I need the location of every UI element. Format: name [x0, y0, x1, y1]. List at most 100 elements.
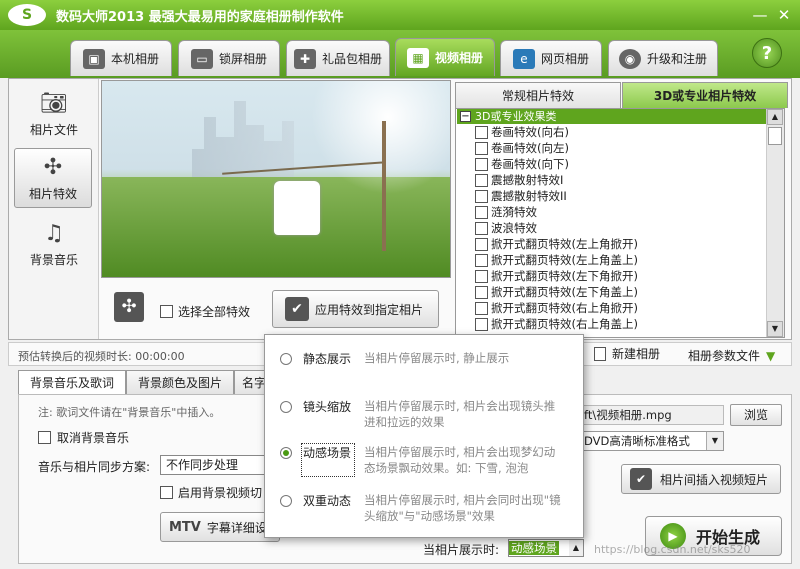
bg-video-checkbox[interactable]: 启用背景视频切 — [160, 484, 262, 501]
effect-label: 卷画特效(向下) — [491, 157, 569, 171]
checkbox-box[interactable] — [475, 269, 488, 283]
album-params-button[interactable]: 相册参数文件 ▼ — [688, 347, 775, 364]
output-file-path[interactable]: ft\视频相册.mpg — [580, 405, 724, 425]
radio-button[interactable] — [280, 447, 292, 459]
tab-local-album[interactable]: ▣ 本机相册 — [70, 40, 172, 76]
effect-item[interactable]: 掀开式翻页特效(左下角盖上) — [475, 284, 638, 300]
effects-category[interactable]: − 3D或专业效果类 — [457, 109, 767, 124]
effect-item[interactable]: 掀开式翻页特效(右上角掀开) — [475, 300, 638, 316]
camera-icon: 📷︎ — [40, 90, 68, 116]
scroll-down-icon[interactable]: ▼ — [767, 321, 783, 337]
nav-background-music[interactable]: ♫ 背景音乐 — [14, 214, 94, 274]
collapse-icon[interactable]: − — [460, 111, 471, 122]
chevron-down-icon[interactable]: ▼ — [706, 432, 723, 450]
checkbox-box[interactable] — [160, 486, 173, 499]
output-format-select[interactable]: DVD高清晰标准格式 ▼ — [580, 431, 724, 451]
checkbox-box[interactable] — [38, 431, 51, 444]
effect-label: 涟漪特效 — [491, 205, 537, 219]
option-name: 镜头缩放 — [303, 400, 352, 414]
checkbox-box[interactable] — [475, 189, 488, 203]
tab-regular-effects[interactable]: 常规相片特效 — [455, 82, 621, 108]
option-description: 当相片停留展示时, 相片会出现梦幻动态场景飘动效果。如: 下雪, 泡泡 — [364, 445, 556, 475]
cancel-bg-music-checkbox[interactable]: 取消背景音乐 — [38, 429, 129, 446]
display-option[interactable]: 静态展示 当相片停留展示时, 静止展示 — [280, 350, 564, 367]
app-logo-icon: S — [8, 4, 46, 26]
album-params-label: 相册参数文件 — [688, 349, 761, 363]
option-description: 当相片停留展示时, 静止展示 — [364, 351, 510, 365]
globe-upgrade-icon: ◉ — [618, 48, 641, 69]
display-mode-value: 动感场景 — [509, 541, 559, 555]
tab-music-lyrics[interactable]: 背景音乐及歌词 — [18, 370, 126, 394]
effect-item[interactable]: 掀开式翻页特效(左上角掀开) — [475, 236, 638, 252]
effect-label: 掀开式翻页特效(左下角盖上) — [491, 285, 638, 299]
sync-select[interactable]: 不作同步处理 — [160, 455, 270, 475]
preview-tshirt — [274, 181, 320, 235]
new-album-button[interactable]: 新建相册 — [594, 345, 660, 362]
checkbox-box[interactable] — [475, 301, 488, 315]
effect-item[interactable]: 卷画特效(向右) — [475, 124, 569, 140]
nav-photo-files[interactable]: 📷︎ 相片文件 — [14, 84, 94, 144]
chevron-down-icon: ▼ — [766, 349, 776, 363]
apply-check-icon: ✔ — [285, 297, 309, 321]
display-option[interactable]: 动感场景 当相片停留展示时, 相片会出现梦幻动态场景飘动效果。如: 下雪, 泡泡 — [280, 443, 564, 477]
effect-item[interactable]: 卷画特效(向下) — [475, 156, 569, 172]
apply-effects-button[interactable]: ✔ 应用特效到指定相片 — [272, 290, 439, 328]
mtv-badge: MTV — [169, 519, 201, 535]
cancel-bg-music-label: 取消背景音乐 — [57, 431, 130, 445]
checkbox-box[interactable] — [475, 125, 488, 139]
category-label: 3D或专业效果类 — [475, 110, 557, 123]
effect-item[interactable]: 震撼散射特效II — [475, 188, 567, 204]
checkbox-box[interactable] — [475, 285, 488, 299]
checkbox-box[interactable] — [475, 141, 488, 155]
display-mode-label: 当相片展示时: — [423, 543, 500, 557]
chevron-up-icon[interactable]: ▲ — [569, 540, 583, 556]
tab-lockscreen-album[interactable]: ▭ 锁屏相册 — [178, 40, 280, 76]
tab-web-album[interactable]: e 网页相册 — [500, 40, 602, 76]
checkbox-box[interactable] — [475, 253, 488, 267]
mtv-subtitle-button[interactable]: MTV 字幕详细设 — [160, 512, 280, 542]
watermark: https://blog.csdn.net/sks520 — [594, 543, 751, 556]
radio-button[interactable] — [280, 495, 292, 507]
close-icon[interactable]: ✕ — [774, 5, 794, 25]
display-option[interactable]: 镜头缩放 当相片停留展示时, 相片会出现镜头推进和拉远的效果 — [280, 398, 564, 430]
new-page-icon — [594, 346, 606, 361]
checkbox-box[interactable] — [475, 221, 488, 235]
checkbox-box[interactable] — [475, 173, 488, 187]
scroll-up-icon[interactable]: ▲ — [767, 109, 783, 125]
minimize-icon[interactable]: — — [750, 5, 770, 25]
display-option[interactable]: 双重动态 当相片停留展示时, 相片会同时出现"镜头缩放"与"动感场景"效果 — [280, 492, 564, 524]
tab-label: 背景颜色及图片 — [137, 376, 222, 390]
effect-item[interactable]: 涟漪特效 — [475, 204, 537, 220]
sync-label: 音乐与相片同步方案: — [38, 460, 151, 474]
scroll-thumb[interactable] — [768, 127, 782, 145]
help-button[interactable]: ? — [752, 38, 782, 68]
tab-label: 锁屏相册 — [218, 52, 267, 66]
tab-upgrade-register[interactable]: ◉ 升级和注册 — [608, 40, 718, 76]
tab-label: 视频相册 — [434, 51, 483, 65]
radio-button[interactable] — [280, 401, 292, 413]
nav-label: 相片特效 — [28, 186, 77, 201]
insert-video-button[interactable]: ✔ 相片间插入视频短片 — [621, 464, 781, 494]
effect-item[interactable]: 震撼散射特效I — [475, 172, 563, 188]
tab-3d-effects[interactable]: 3D或专业相片特效 — [622, 82, 788, 108]
checkbox-box[interactable] — [475, 317, 488, 331]
effect-item[interactable]: 卷画特效(向左) — [475, 140, 569, 156]
effect-item[interactable]: 掀开式翻页特效(右上角盖上) — [475, 316, 638, 332]
tab-bg-color-image[interactable]: 背景颜色及图片 — [126, 370, 234, 394]
checkbox-box[interactable] — [475, 205, 488, 219]
tab-gift-album[interactable]: ✚ 礼品包相册 — [286, 40, 390, 76]
browse-button[interactable]: 浏览 — [730, 404, 782, 426]
effect-item[interactable]: 掀开式翻页特效(左上角盖上) — [475, 252, 638, 268]
checkbox-box[interactable] — [475, 157, 488, 171]
effect-item[interactable]: 掀开式翻页特效(左下角掀开) — [475, 268, 638, 284]
checkbox-box[interactable] — [160, 305, 173, 318]
radio-button[interactable] — [280, 353, 292, 365]
effect-item[interactable]: 波浪特效 — [475, 220, 537, 236]
display-mode-select[interactable]: 动感场景 ▲ — [508, 539, 584, 557]
nav-photo-effects[interactable]: ✣ 相片特效 — [14, 148, 92, 208]
nav-label: 背景音乐 — [29, 252, 78, 267]
select-all-effects-checkbox[interactable]: 选择全部特效 — [160, 303, 250, 320]
effects-icon: ✣ — [43, 154, 63, 180]
tab-video-album[interactable]: ▦ 视频相册 — [395, 38, 495, 76]
checkbox-box[interactable] — [475, 237, 488, 251]
